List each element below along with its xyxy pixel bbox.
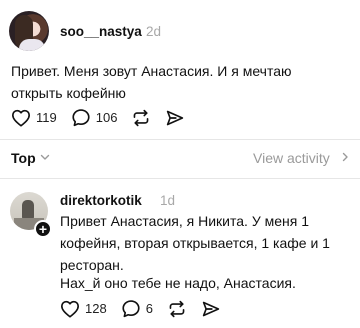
like-button[interactable]: 128 xyxy=(60,300,107,318)
comment-count: 6 xyxy=(145,301,153,316)
chevron-down-icon[interactable] xyxy=(40,152,50,162)
reply-time: 1d xyxy=(160,193,176,208)
heart-icon xyxy=(60,300,79,318)
share-button[interactable] xyxy=(165,109,185,127)
like-button[interactable]: 119 xyxy=(11,109,57,127)
post-text: Привет. Меня зовут Анастасия. И я мечтаю… xyxy=(11,63,292,101)
repost-icon xyxy=(169,300,185,317)
chevron-right-icon[interactable] xyxy=(340,152,350,162)
reply-text-line: Нах_й оно тебе не надо, Анастасия. xyxy=(60,275,296,291)
like-count: 119 xyxy=(36,110,57,125)
avatar[interactable] xyxy=(9,11,49,51)
share-button[interactable] xyxy=(201,300,221,318)
post-actions: 119 106 xyxy=(11,108,199,127)
plus-icon[interactable]: + xyxy=(34,220,52,238)
comment-button[interactable]: 106 xyxy=(71,108,118,127)
reply-username[interactable]: direktorkotik xyxy=(60,193,142,208)
repost-button[interactable] xyxy=(167,300,187,318)
post-time: 2d xyxy=(146,24,162,39)
sort-bar: Top View activity xyxy=(0,146,360,172)
comment-icon xyxy=(72,109,90,127)
sort-dropdown[interactable]: Top xyxy=(11,150,36,166)
comment-count: 106 xyxy=(95,110,118,125)
repost-icon xyxy=(134,109,149,126)
reply-text: Привет Анастасия, я Никита. У меня 1 коф… xyxy=(60,213,330,273)
post-username[interactable]: soo__nastya xyxy=(60,24,142,39)
share-icon xyxy=(167,110,184,125)
heart-icon xyxy=(12,109,30,127)
comment-button[interactable]: 6 xyxy=(121,299,153,318)
repost-button[interactable] xyxy=(131,109,151,127)
share-icon xyxy=(202,301,220,316)
like-count: 128 xyxy=(85,301,107,316)
divider xyxy=(0,139,360,140)
comment-icon xyxy=(122,300,140,318)
reply-actions: 128 6 xyxy=(60,299,235,318)
divider xyxy=(0,178,360,179)
view-activity-link[interactable]: View activity xyxy=(253,150,330,166)
